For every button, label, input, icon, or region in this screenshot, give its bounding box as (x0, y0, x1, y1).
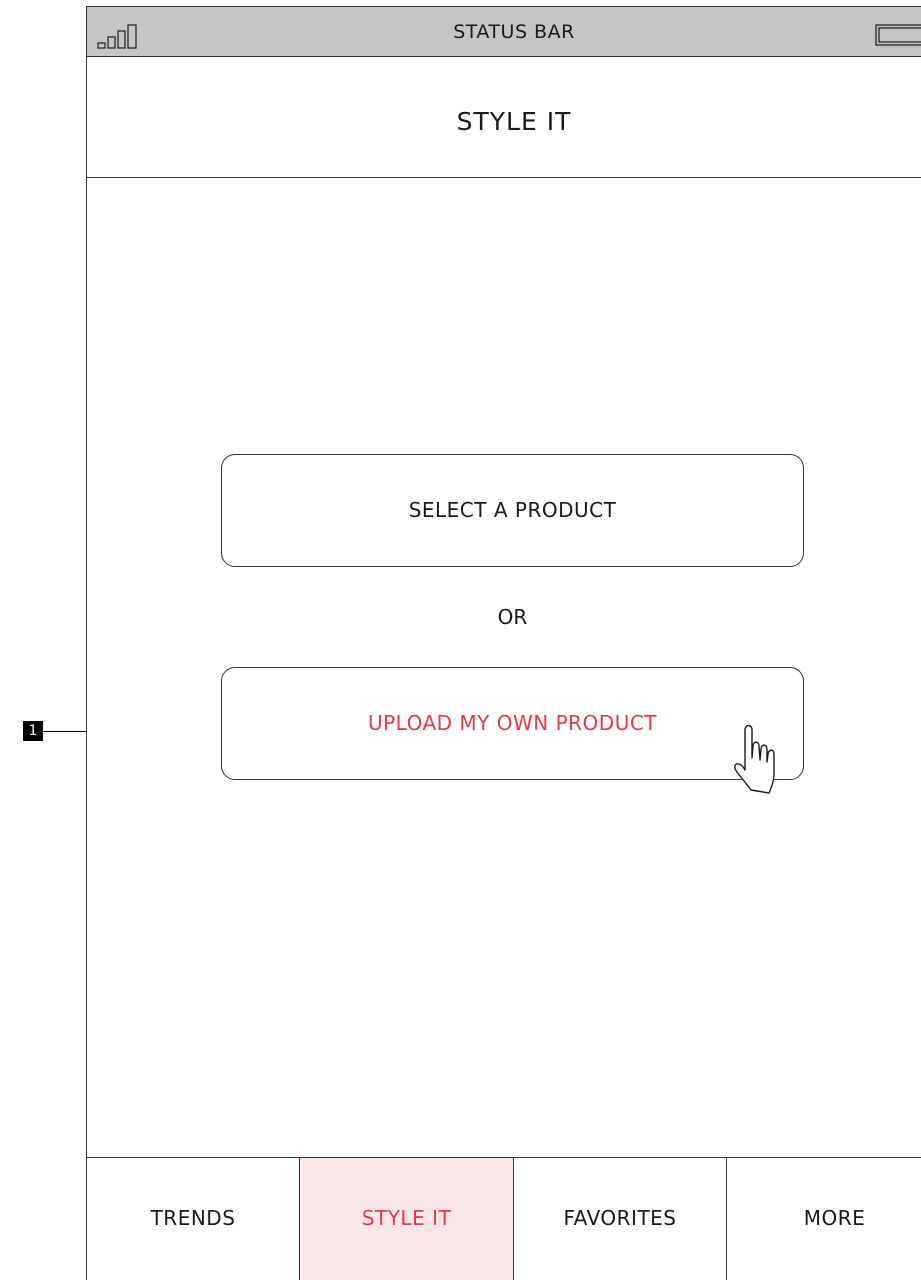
annotation-marker: 1 (23, 721, 86, 741)
wireframe-canvas: 1 STATUS BAR STYLE IT SELECT A PRODUCT O… (0, 0, 921, 1280)
select-product-button[interactable]: SELECT A PRODUCT (221, 454, 804, 567)
tab-trends[interactable]: TRENDS (87, 1158, 300, 1280)
bottom-tab-bar: TRENDS STYLE IT FAVORITES MORE (87, 1157, 921, 1280)
annotation-number: 1 (23, 721, 43, 741)
or-divider-label: OR (497, 605, 528, 629)
app-header: STYLE IT (87, 57, 921, 178)
tab-more[interactable]: MORE (727, 1158, 921, 1280)
hand-pointer-icon (734, 724, 775, 794)
phone-screen: STATUS BAR STYLE IT SELECT A PRODUCT OR … (86, 6, 921, 1280)
status-bar-title: STATUS BAR (453, 21, 575, 43)
tab-favorites[interactable]: FAVORITES (514, 1158, 727, 1280)
page-title: STYLE IT (456, 107, 572, 136)
tab-style-it[interactable]: STYLE IT (300, 1158, 514, 1280)
annotation-leader-line (43, 731, 86, 732)
status-bar: STATUS BAR (87, 7, 921, 57)
battery-icon (875, 24, 921, 46)
upload-product-button[interactable]: UPLOAD MY OWN PRODUCT (221, 667, 804, 780)
